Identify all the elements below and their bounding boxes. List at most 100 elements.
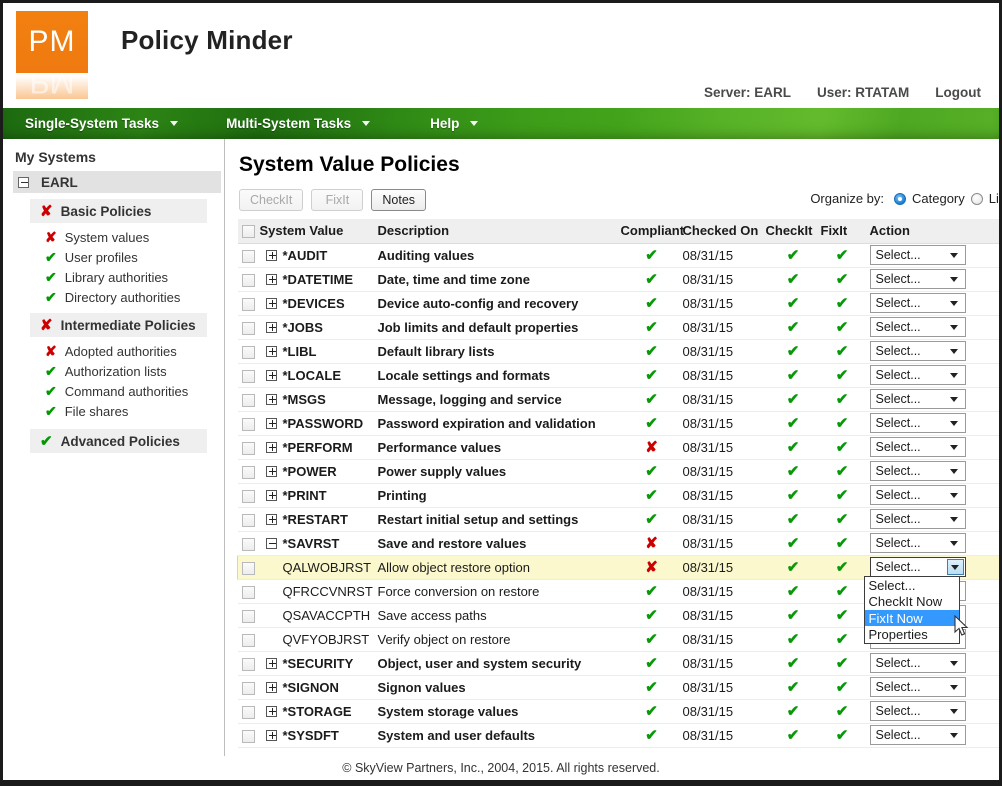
table-row[interactable]: *LOCALE Locale settings and formats ✔ 08/31…	[237, 363, 999, 388]
row-checkbox[interactable]	[241, 657, 255, 671]
table-row[interactable]: *SIGNON Signon values ✔ 08/31/15 ✔ ✔ Select...	[237, 675, 999, 700]
sidebar-item-command-authorities[interactable]: ✔ Command authorities	[3, 381, 224, 401]
radio-organize-list[interactable]	[970, 192, 983, 205]
action-select[interactable]: Select...	[869, 365, 966, 385]
chevron-down-icon[interactable]	[946, 559, 964, 575]
table-row[interactable]: *AUDIT Auditing values ✔ 08/31/15 ✔ ✔ Select..…	[237, 243, 999, 268]
chevron-down-icon[interactable]	[949, 517, 958, 522]
sidebar-group-basic-policies[interactable]: ✘ Basic Policies	[30, 199, 207, 223]
chevron-down-icon[interactable]	[949, 301, 958, 306]
row-checkbox[interactable]	[241, 441, 255, 455]
action-select[interactable]: Select...	[869, 461, 966, 481]
chevron-down-icon[interactable]	[949, 253, 958, 258]
row-checkbox[interactable]	[241, 585, 255, 599]
expand-icon[interactable]	[265, 706, 277, 718]
expand-icon[interactable]	[265, 346, 277, 358]
table-row[interactable]: *POWER Power supply values ✔ 08/31/15 ✔ ✔ Sele…	[237, 459, 999, 484]
row-checkbox[interactable]	[241, 369, 255, 383]
notes-button[interactable]: Notes	[371, 189, 427, 211]
row-checkbox[interactable]	[241, 705, 255, 719]
chevron-down-icon[interactable]	[949, 421, 958, 426]
expand-icon[interactable]	[265, 466, 277, 478]
sidebar-item-file-shares[interactable]: ✔ File shares	[3, 401, 224, 421]
column-header-checkit[interactable]: CheckIt	[765, 219, 821, 244]
table-row[interactable]: *MSGS Message, logging and service ✔ 08/31/…	[237, 387, 999, 412]
table-row[interactable]: *SECURITY Object, user and system securit…	[237, 651, 999, 676]
column-header-fixit[interactable]: FixIt	[820, 219, 864, 244]
action-select[interactable]: Select...	[869, 725, 966, 745]
action-select[interactable]: Select...	[869, 677, 966, 697]
nav-item-help[interactable]: Help	[430, 116, 479, 131]
column-header-checked-on[interactable]: Checked On	[682, 219, 766, 244]
chevron-down-icon[interactable]	[949, 493, 958, 498]
expand-icon[interactable]	[265, 394, 277, 406]
column-header-action[interactable]: Action	[863, 219, 999, 244]
expand-icon[interactable]	[265, 322, 277, 334]
action-select[interactable]: Select...	[869, 317, 966, 337]
action-select[interactable]: Select...	[869, 509, 966, 529]
expand-icon[interactable]	[265, 370, 277, 382]
row-checkbox[interactable]	[241, 729, 255, 743]
chevron-down-icon[interactable]	[949, 349, 958, 354]
action-select[interactable]: Select...	[869, 533, 966, 553]
collapse-icon[interactable]	[18, 176, 29, 188]
chevron-down-icon[interactable]	[949, 325, 958, 330]
collapse-icon[interactable]	[265, 538, 277, 550]
table-row[interactable]: *PERFORM Performance values ✘ 08/31/15 ✔ ✔ Sel…	[237, 435, 999, 460]
chevron-down-icon[interactable]	[949, 685, 958, 690]
chevron-down-icon[interactable]	[949, 397, 958, 402]
sidebar-item-system-values[interactable]: ✘ System values	[3, 227, 224, 247]
table-row[interactable]: *STORAGE System storage values ✔ 08/31/15 ✔ ✔…	[237, 699, 999, 724]
sidebar-item-directory-authorities[interactable]: ✔ Directory authorities	[3, 287, 224, 307]
row-checkbox[interactable]	[241, 273, 255, 287]
table-row[interactable]: *SAVRST Save and restore values ✘ 08/31/15 ✔…	[237, 531, 999, 556]
row-checkbox[interactable]	[241, 513, 255, 527]
chevron-down-icon[interactable]	[949, 469, 958, 474]
dropdown-option[interactable]: CheckIt Now	[865, 593, 959, 610]
checkit-button[interactable]: CheckIt	[239, 189, 304, 211]
row-checkbox[interactable]	[241, 489, 255, 503]
select-all-checkbox[interactable]	[241, 225, 255, 239]
table-row[interactable]: *JOBS Job limits and default properties ✔ 0…	[237, 315, 999, 340]
row-checkbox[interactable]	[241, 681, 255, 695]
row-checkbox[interactable]	[241, 321, 255, 335]
expand-icon[interactable]	[265, 250, 277, 262]
table-row[interactable]: QALWOBJRST Allow object restore option ✘ 08…	[237, 555, 999, 644]
action-select[interactable]: Select...	[869, 269, 966, 289]
column-header-system-value[interactable]: System Value	[259, 219, 378, 244]
action-select[interactable]: Select...	[869, 293, 966, 313]
action-select[interactable]: Select...	[869, 245, 966, 265]
sidebar-group-advanced-policies[interactable]: ✔ Advanced Policies	[30, 429, 207, 453]
chevron-down-icon[interactable]	[949, 661, 958, 666]
chevron-down-icon[interactable]	[949, 277, 958, 282]
expand-icon[interactable]	[265, 514, 277, 526]
nav-item-single-system-tasks[interactable]: Single-System Tasks	[25, 116, 179, 131]
table-row[interactable]: *SYSDFT System and user defaults ✔ 08/31/15…	[237, 723, 999, 748]
row-checkbox[interactable]	[241, 465, 255, 479]
sidebar-item-library-authorities[interactable]: ✔ Library authorities	[3, 267, 224, 287]
chevron-down-icon[interactable]	[949, 733, 958, 738]
chevron-down-icon[interactable]	[949, 445, 958, 450]
table-row[interactable]: *DEVICES Device auto-config and recovery ✔…	[237, 291, 999, 316]
action-select[interactable]: Select...	[869, 653, 966, 673]
sidebar-item-adopted-authorities[interactable]: ✘ Adopted authorities	[3, 341, 224, 361]
radio-organize-category[interactable]	[894, 192, 907, 205]
row-checkbox[interactable]	[241, 609, 255, 623]
fixit-button[interactable]: FixIt	[311, 189, 364, 211]
dropdown-option[interactable]: FixIt Now	[864, 609, 959, 626]
dropdown-option[interactable]: Properties	[865, 626, 959, 643]
table-row[interactable]: *RESTART Restart initial setup and settin…	[237, 507, 999, 532]
table-row[interactable]: *PRINT Printing ✔ 08/31/15 ✔ ✔ Select...	[237, 483, 999, 508]
column-header-description[interactable]: Description	[377, 219, 621, 244]
row-checkbox[interactable]	[242, 561, 255, 575]
action-select[interactable]: Select...	[869, 413, 966, 433]
nav-item-multi-system-tasks[interactable]: Multi-System Tasks	[226, 116, 371, 131]
table-row[interactable]: *DATETIME Date, time and time zone ✔ 08/31/…	[237, 267, 999, 292]
action-dropdown-menu[interactable]: Select... CheckIt Now FixIt Now Properties	[863, 575, 960, 644]
row-checkbox[interactable]	[241, 249, 255, 263]
sidebar-item-user-profiles[interactable]: ✔ User profiles	[3, 247, 224, 267]
action-select[interactable]: Select...	[869, 389, 966, 409]
action-select[interactable]: Select...	[869, 485, 966, 505]
action-select[interactable]: Select...	[869, 701, 966, 721]
action-select[interactable]: Select...	[869, 437, 966, 457]
